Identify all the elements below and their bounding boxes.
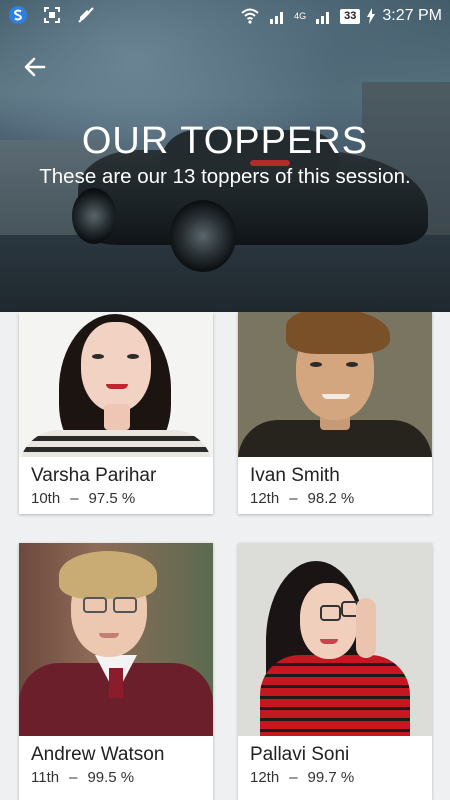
- topper-name: Ivan Smith: [250, 465, 340, 486]
- topper-class: 12th: [250, 490, 280, 507]
- topper-photo: [19, 543, 213, 736]
- topper-card[interactable]: Andrew Watson 11th –99.5 %: [19, 543, 213, 800]
- back-arrow-icon[interactable]: [20, 52, 50, 82]
- car-wheel-rear: [170, 200, 236, 272]
- topper-name: Pallavi Soni: [250, 744, 350, 765]
- topper-meta: 12th –98.2 %: [250, 490, 420, 507]
- topper-class: 12th: [250, 769, 280, 786]
- topper-photo: [238, 312, 432, 457]
- status-time: 3:27 PM: [382, 7, 442, 24]
- topper-card[interactable]: Varsha Parihar 10th –97.5 %: [19, 312, 213, 514]
- topper-name: Andrew Watson: [31, 744, 165, 765]
- topper-meta: 12th –99.7 %: [250, 769, 420, 786]
- status-bar: 4G 33 3:27 PM: [0, 0, 450, 32]
- network-type: 4G: [294, 11, 307, 21]
- signal-icon-2: [316, 12, 330, 24]
- separator: –: [289, 490, 298, 507]
- screenshot-icon: [44, 7, 60, 23]
- topper-percent: 97.5 %: [88, 490, 136, 507]
- topper-name: Varsha Parihar: [31, 465, 157, 486]
- s-logo-icon: [9, 6, 27, 24]
- topper-meta: 10th –97.5 %: [31, 490, 201, 507]
- topper-meta: 11th –99.5 %: [31, 769, 201, 786]
- separator: –: [289, 769, 298, 786]
- page-subtitle: These are our 13 toppers of this session…: [39, 165, 411, 188]
- wifi-icon: [241, 8, 259, 24]
- car-wheel-front: [72, 188, 116, 244]
- page-title: OUR TOPPERS: [81, 120, 369, 162]
- topper-class: 10th: [31, 490, 61, 507]
- topper-percent: 99.7 %: [307, 769, 355, 786]
- topper-photo: [19, 312, 213, 457]
- topper-card[interactable]: Pallavi Soni 12th –99.7 %: [238, 543, 432, 800]
- topper-percent: 98.2 %: [307, 490, 355, 507]
- separator: –: [69, 769, 78, 786]
- charging-icon: [367, 8, 376, 24]
- topper-percent: 99.5 %: [87, 769, 135, 786]
- battery-icon: 33: [340, 8, 361, 24]
- no-sound-icon: [78, 7, 94, 23]
- signal-icon: [270, 12, 284, 24]
- separator: –: [70, 490, 79, 507]
- topper-class: 11th: [31, 769, 60, 786]
- topper-card[interactable]: Ivan Smith 12th –98.2 %: [238, 312, 432, 514]
- topper-photo: [238, 543, 432, 736]
